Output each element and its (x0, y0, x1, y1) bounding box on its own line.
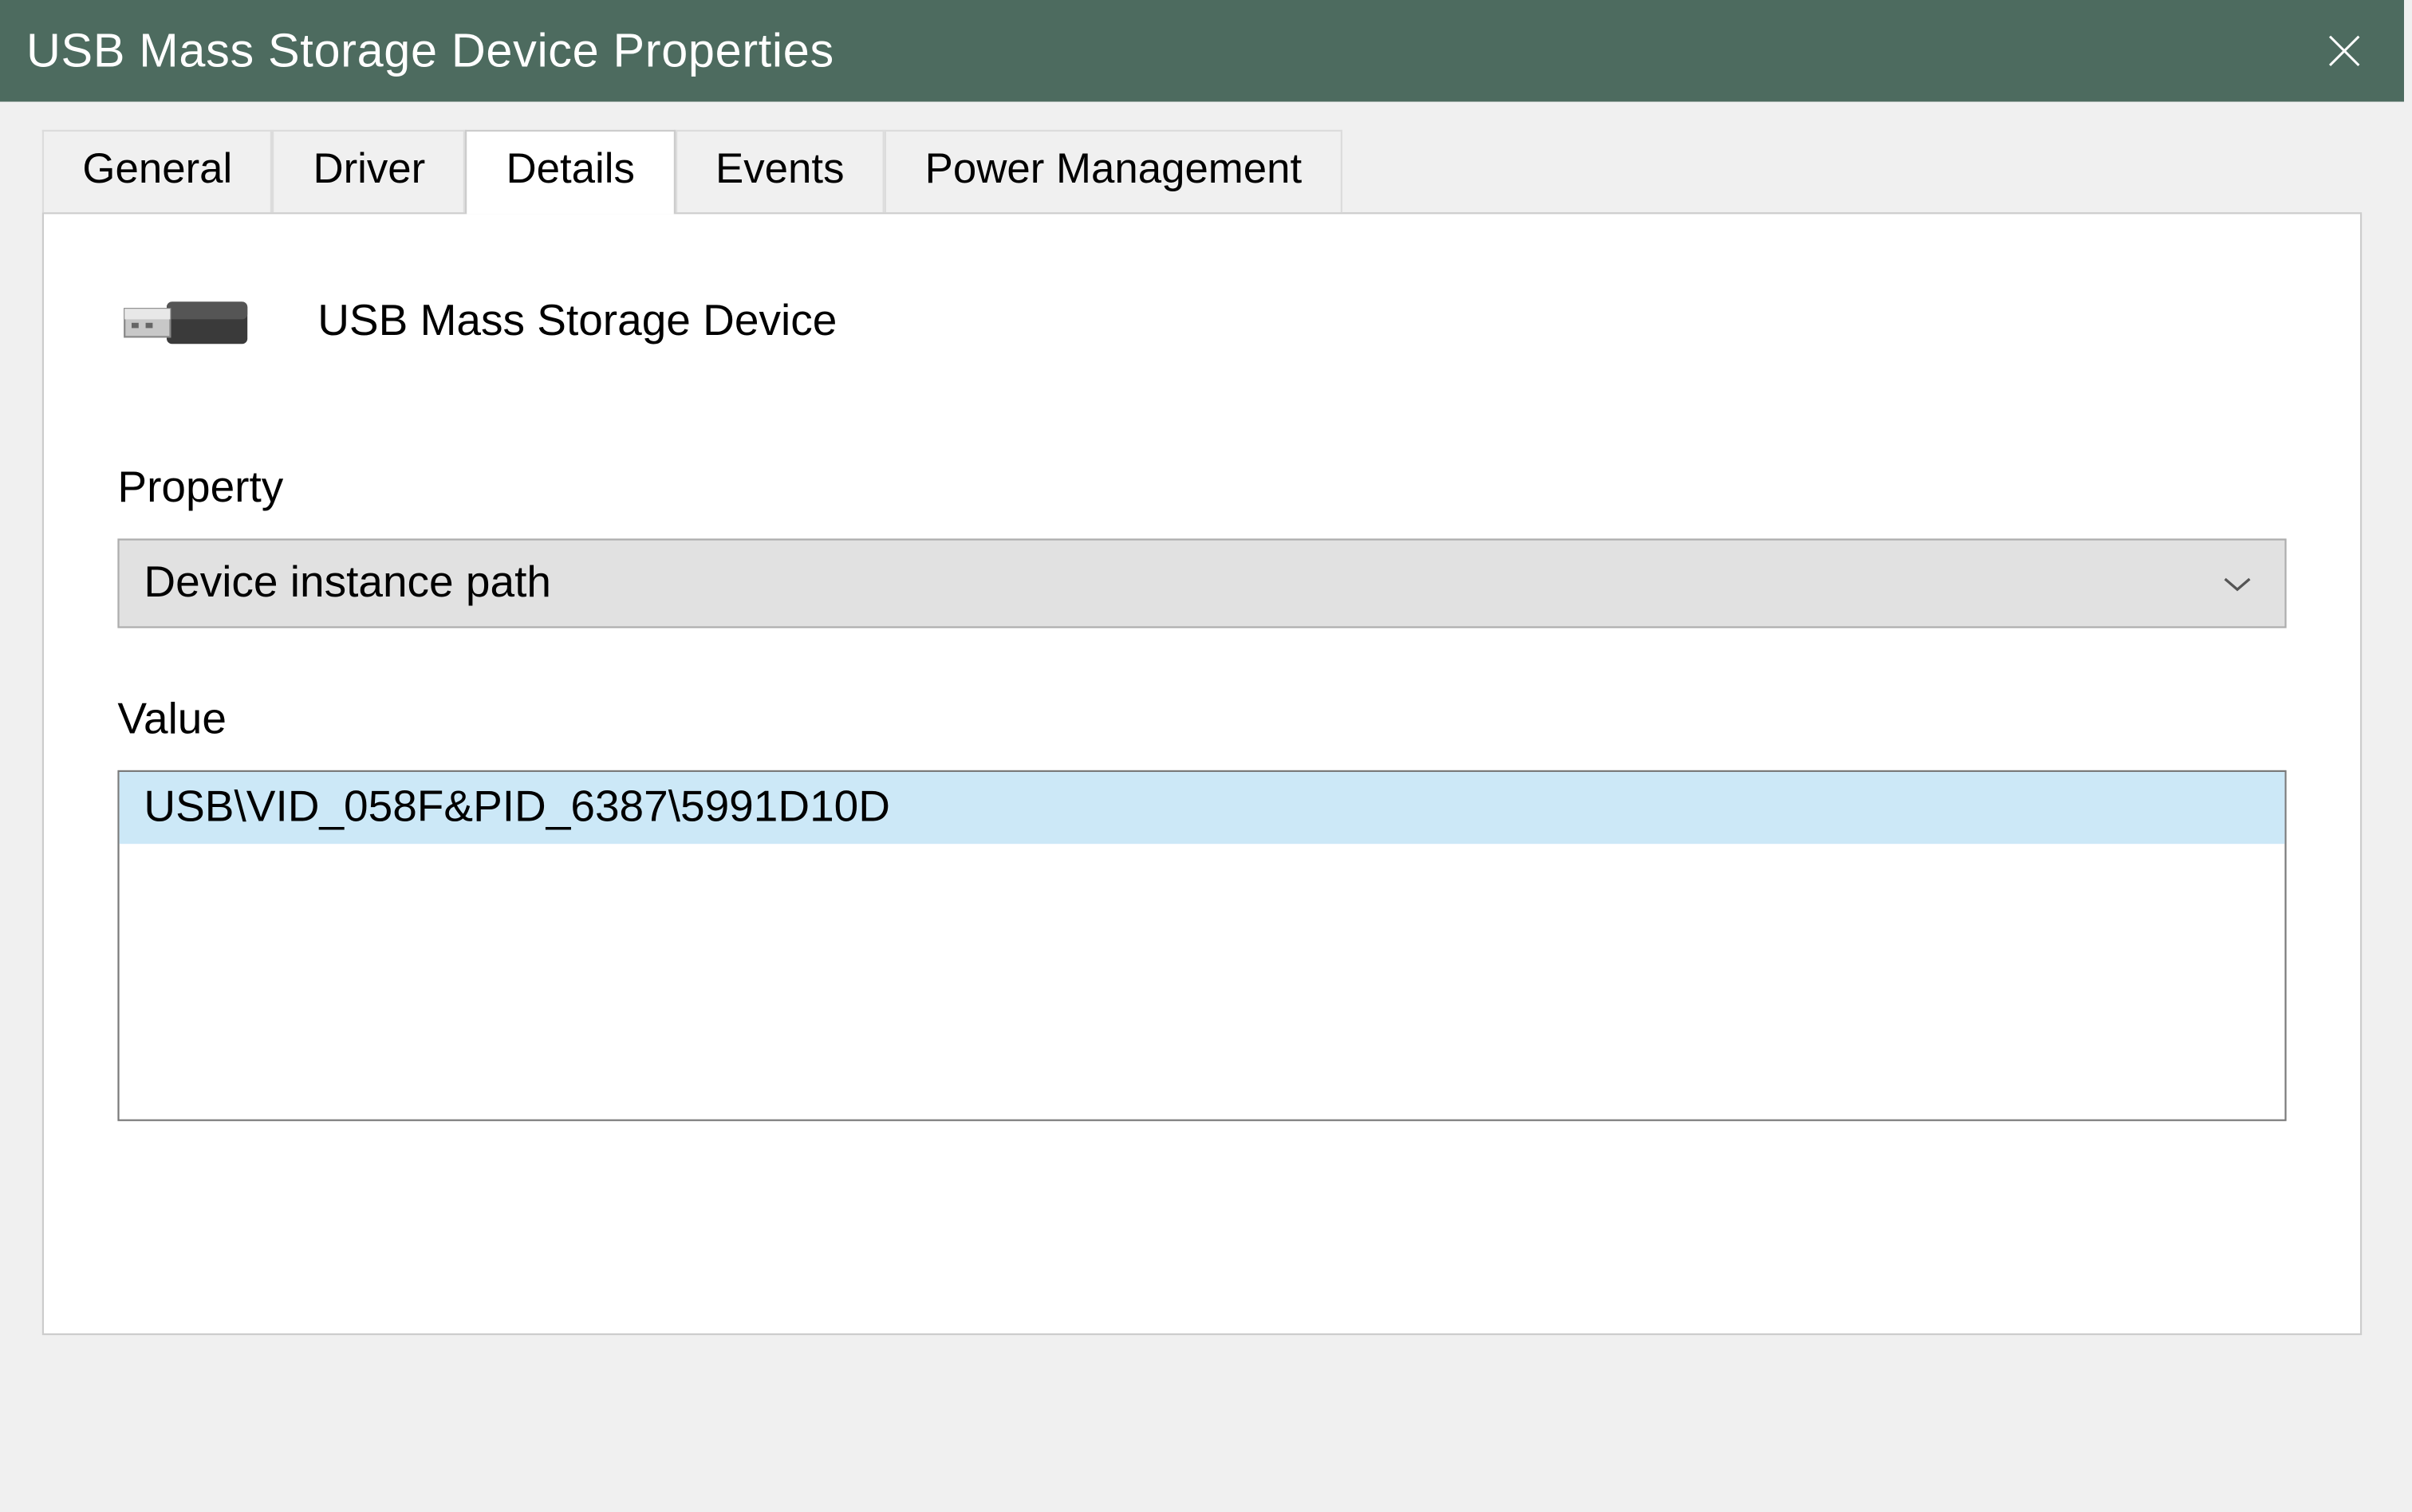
tab-general[interactable]: General (42, 130, 273, 212)
content-area: General Driver Details Events Power Mana… (0, 102, 2404, 1336)
property-label: Property (117, 463, 2286, 514)
value-listbox[interactable]: USB\VID_058F&PID_6387\5991D10D (117, 770, 2286, 1121)
close-button[interactable] (2316, 23, 2372, 79)
window-title: USB Mass Storage Device Properties (26, 24, 834, 78)
tab-power-management[interactable]: Power Management (885, 130, 1342, 212)
property-selected-value: Device instance path (144, 558, 551, 609)
tab-driver[interactable]: Driver (273, 130, 466, 212)
chevron-down-icon (2221, 575, 2253, 593)
value-label: Value (117, 695, 2286, 746)
usb-device-icon (117, 278, 254, 365)
close-icon (2325, 32, 2363, 70)
tabs: General Driver Details Events Power Mana… (0, 102, 2404, 213)
tab-events[interactable]: Events (675, 130, 885, 212)
value-item[interactable]: USB\VID_058F&PID_6387\5991D10D (120, 772, 2285, 844)
property-dropdown[interactable]: Device instance path (117, 538, 2286, 628)
tab-details[interactable]: Details (466, 130, 676, 215)
titlebar: USB Mass Storage Device Properties (0, 0, 2404, 102)
device-name: USB Mass Storage Device (317, 296, 837, 347)
details-panel: USB Mass Storage Device Property Device … (42, 212, 2362, 1335)
properties-dialog: USB Mass Storage Device Properties Gener… (0, 0, 2404, 1335)
device-header: USB Mass Storage Device (117, 278, 2286, 365)
